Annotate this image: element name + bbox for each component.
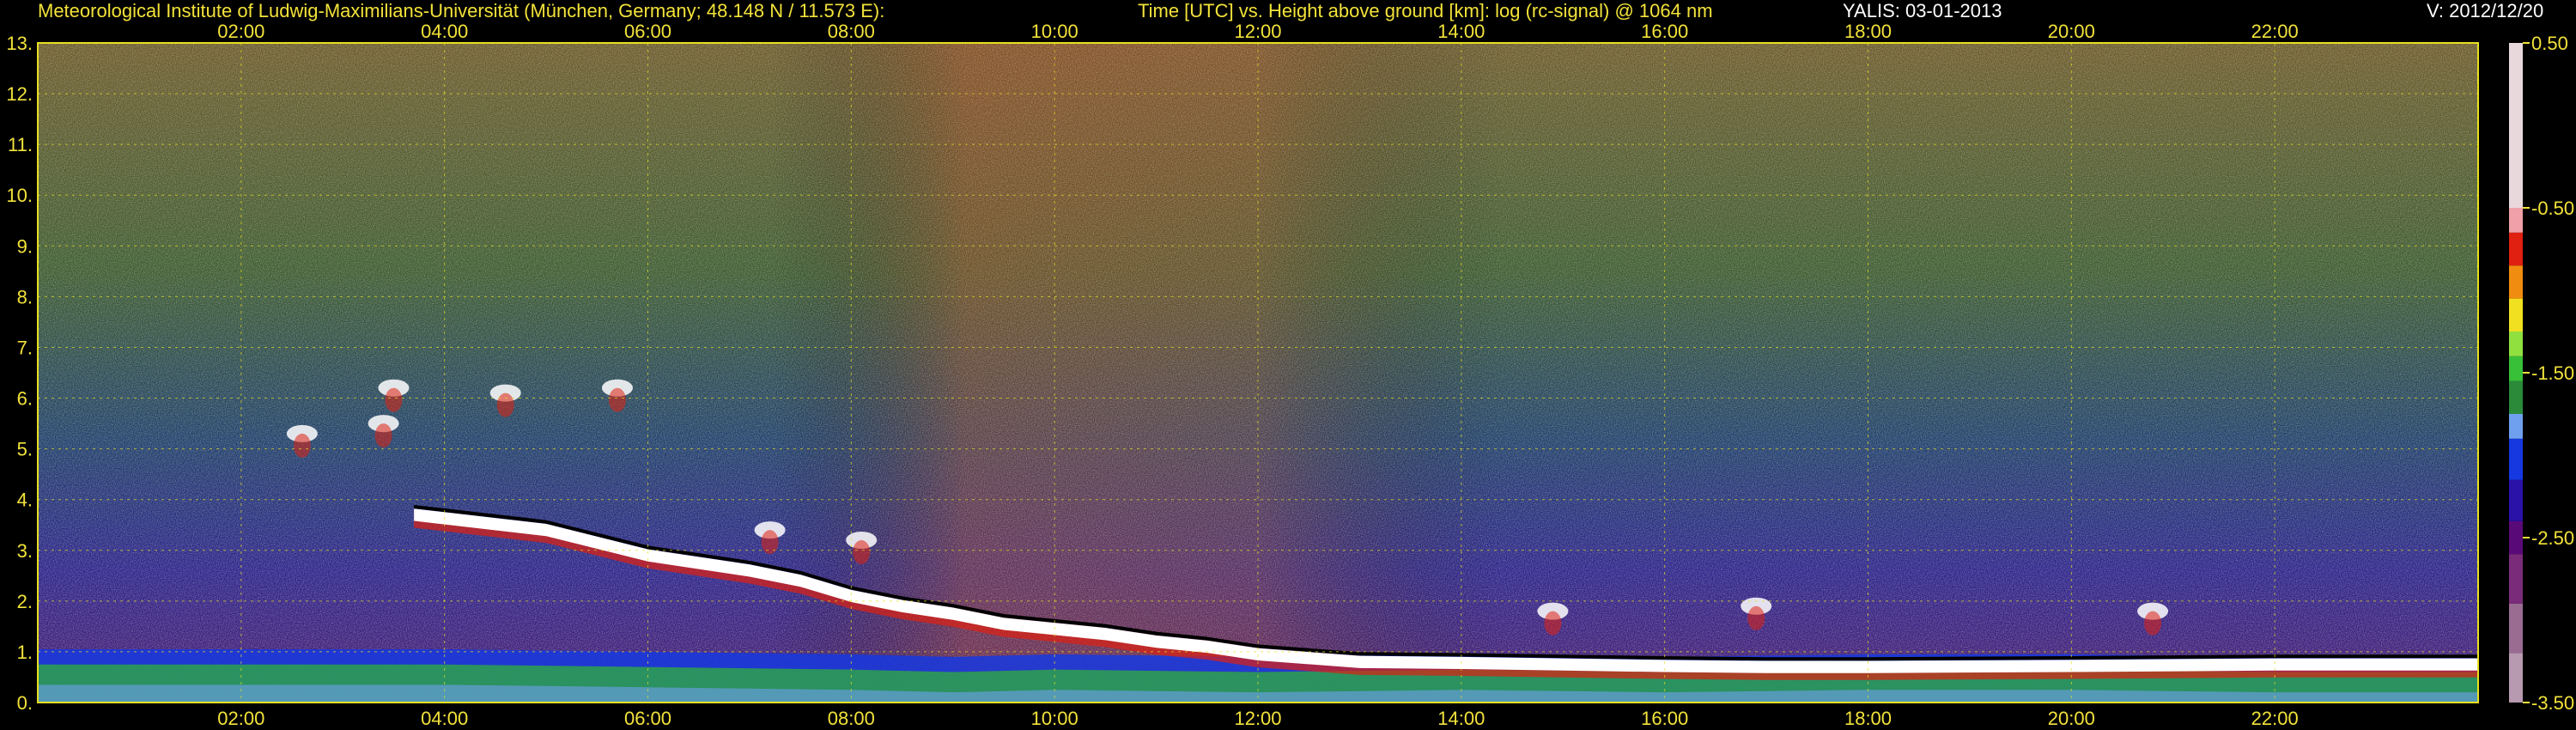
colorbar-segment [2509,380,2523,414]
aerosol-patch-fringe [853,539,871,564]
colorbar-segment [2509,479,2523,521]
colorbar-tick-label: -0.50 [2531,198,2574,219]
y-tick-label: 0. [17,692,33,714]
colorbar-segment [2509,414,2523,439]
x-tick-label-bottom: 04:00 [421,708,468,729]
y-tick-label: 10. [6,185,33,206]
x-tick-label-top: 18:00 [1844,21,1892,42]
x-tick-label-bottom: 08:00 [828,708,875,729]
colorbar-segment [2509,554,2523,604]
x-tick-label-bottom: 02:00 [217,708,264,729]
colorbar-segment [2509,298,2523,332]
aerosol-patch-fringe [608,387,626,412]
aerosol-patch-fringe [1747,605,1765,630]
colorbar-tick-label: -3.50 [2531,692,2574,714]
y-tick-label: 5. [17,439,33,460]
aerosol-patch-fringe [374,423,392,448]
x-tick-label-top: 04:00 [421,21,468,42]
x-tick-label-bottom: 12:00 [1234,708,1281,729]
colorbar-segment [2509,438,2523,480]
x-tick-label-top: 22:00 [2251,21,2299,42]
y-tick-label: 1. [17,642,33,663]
x-tick-label-bottom: 10:00 [1031,708,1078,729]
x-tick-label-top: 14:00 [1437,21,1485,42]
x-tick-label-top: 20:00 [2048,21,2095,42]
x-tick-label-bottom: 18:00 [1844,708,1892,729]
x-tick-label-bottom: 16:00 [1641,708,1688,729]
x-tick-label-top: 08:00 [828,21,875,42]
aerosol-patch-fringe [1544,611,1562,636]
colorbar-segment [2509,232,2523,266]
y-tick-label: 8. [17,286,33,307]
colorbar-segment [2509,520,2523,555]
y-tick-label: 12. [6,83,33,105]
y-tick-label: 3. [17,540,33,562]
aerosol-patch-fringe [385,387,403,412]
y-tick-label: 7. [17,337,33,358]
x-tick-label-bottom: 20:00 [2048,708,2095,729]
y-tick-label: 4. [17,490,33,511]
y-tick-label: 11. [8,134,33,155]
colorbar-segment [2509,653,2523,703]
y-tick-label: 2. [17,591,33,612]
y-tick-label: 9. [17,235,33,257]
x-tick-label-top: 10:00 [1031,21,1078,42]
x-tick-label-bottom: 06:00 [624,708,671,729]
y-tick-label: 6. [17,388,33,410]
colorbar-segment [2509,332,2523,356]
y-tick-label: 13. [6,33,33,54]
colorbar-segment [2509,208,2523,233]
colorbar-tick-label: -1.50 [2531,362,2574,384]
aerosol-patch-fringe [496,392,514,417]
colorbar-segment [2509,265,2523,299]
lidar-chart: 02:00 02:00 04:00 04:00 06:00 06:00 08:00 08:00… [6,21,2574,729]
x-tick-label-bottom: 14:00 [1437,708,1485,729]
colorbar-tick-label: -2.50 [2531,527,2574,549]
x-tick-label-top: 06:00 [624,21,671,42]
aerosol-patch-fringe [761,530,779,555]
aerosol-patch-fringe [293,433,311,458]
x-tick-label-bottom: 22:00 [2251,708,2299,729]
colorbar-segment [2509,603,2523,654]
x-tick-label-top: 16:00 [1641,21,1688,42]
x-tick-label-top: 12:00 [1234,21,1281,42]
colorbar-segment [2509,356,2523,381]
x-tick-label-top: 02:00 [217,21,264,42]
aerosol-patch-fringe [2144,611,2162,636]
colorbar-segment [2509,43,2523,208]
colorbar-tick-label: 0.50 [2531,33,2568,54]
colorbar: 0.50 -0.50 -1.50 -2.50 -3.50 [2509,33,2574,714]
